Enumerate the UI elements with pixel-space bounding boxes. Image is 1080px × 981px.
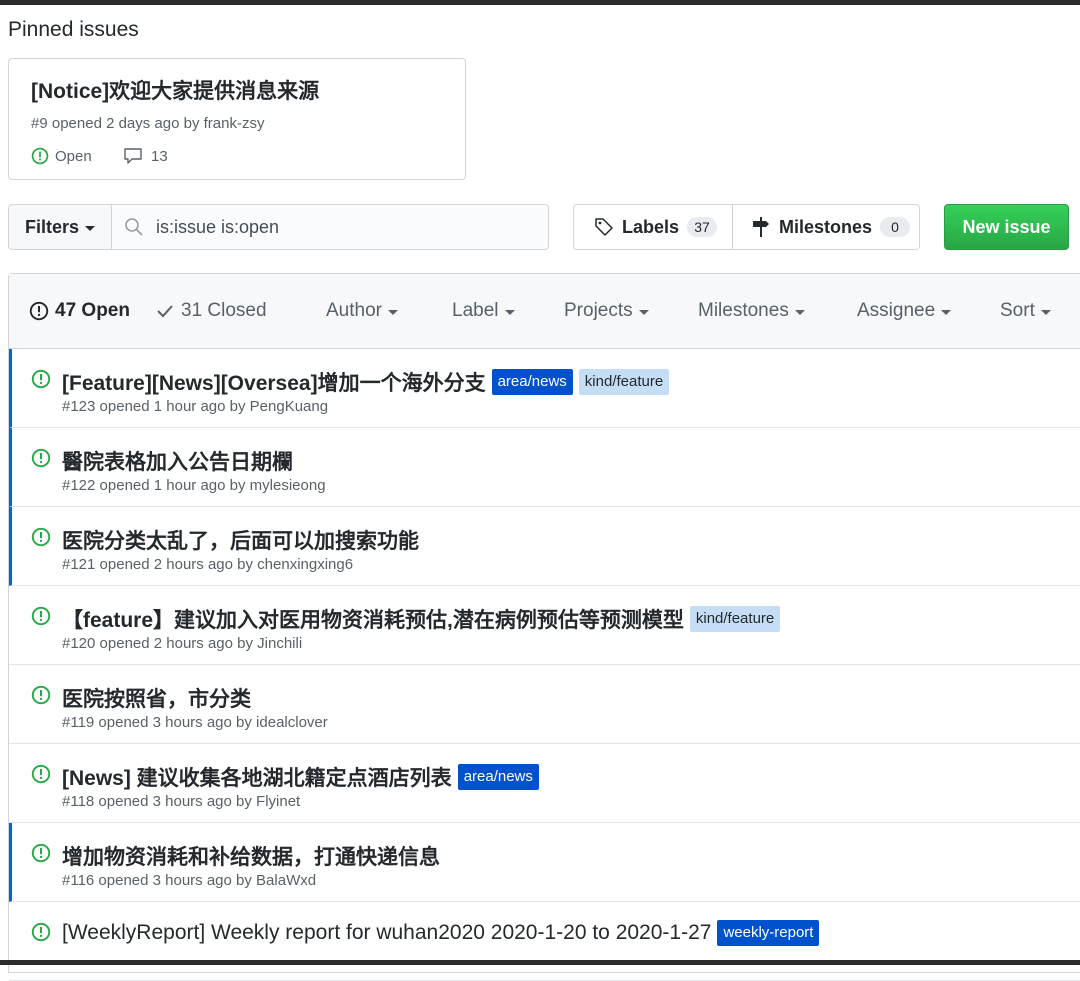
pinned-section-title: Pinned issues [8, 18, 139, 41]
sort-filter-label: Sort [1000, 300, 1035, 321]
issue-row[interactable]: 医院按照省，市分类 #119 opened 3 hours ago by ide… [9, 665, 1080, 744]
assignee-filter[interactable]: Assignee [857, 300, 952, 322]
issue-open-icon [31, 685, 51, 705]
labels-count: 37 [687, 217, 718, 237]
issues-list-header: 47 Open 31 Closed Author Label Projects … [9, 274, 1080, 349]
check-icon [157, 305, 173, 318]
issue-search-box[interactable] [111, 204, 549, 250]
issue-meta: #119 opened 3 hours ago by idealclover [62, 714, 328, 731]
projects-filter-label: Projects [564, 300, 633, 321]
milestones-count: 0 [880, 217, 911, 237]
pinned-issue-state: Open [31, 147, 92, 165]
chevron-down-icon [85, 225, 96, 231]
pinned-issue-meta: #9 opened 2 days ago by frank-zsy [31, 115, 265, 132]
issue-title[interactable]: 醫院表格加入公告日期欄 [62, 446, 293, 476]
chevron-down-icon [794, 309, 805, 315]
pinned-issue-title[interactable]: [Notice]欢迎大家提供消息来源 [31, 75, 319, 105]
issue-meta: #121 opened 2 hours ago by chenxingxing6 [62, 556, 354, 573]
chevron-down-icon [1040, 309, 1051, 315]
issue-title[interactable]: [Feature][News][Oversea]增加一个海外分支 [62, 367, 486, 397]
issue-meta: #122 opened 1 hour ago by mylesieong [62, 477, 326, 494]
comment-icon [124, 148, 142, 164]
filters-dropdown-button[interactable]: Filters [8, 204, 112, 250]
label-filter[interactable]: Label [452, 300, 515, 322]
issue-label[interactable]: area/news [491, 369, 573, 395]
open-issues-label: 47 Open [55, 300, 130, 321]
projects-filter[interactable]: Projects [564, 300, 649, 322]
closed-issues-label: 31 Closed [181, 300, 267, 321]
window-top-edge [0, 0, 1080, 5]
window-bottom-edge [0, 960, 1080, 965]
issue-meta: #116 opened 3 hours ago by BalaWxd [62, 872, 317, 889]
issue-row[interactable]: 【feature】建议加入对医用物资消耗预估,潜在病例预估等预测模型 kind/f… [9, 586, 1080, 665]
issue-meta: #123 opened 1 hour ago by PengKuang [62, 398, 329, 415]
issue-row[interactable]: [News] 建议收集各地湖北籍定点酒店列表 area/news #118 ope… [9, 744, 1080, 823]
issue-open-icon [31, 606, 51, 626]
milestones-filter-label: Milestones [698, 300, 789, 321]
milestones-filter[interactable]: Milestones [698, 300, 805, 322]
filters-label: Filters [24, 216, 80, 237]
labels-button[interactable]: Labels 37 [573, 204, 733, 250]
issue-label[interactable]: kind/feature [689, 606, 781, 632]
closed-issues-tab[interactable]: 31 Closed [155, 300, 267, 322]
search-input[interactable] [154, 215, 538, 239]
issue-label[interactable]: kind/feature [578, 369, 670, 395]
pinned-issue-state-label: Open [55, 147, 92, 165]
pinned-issue-comment-count: 13 [151, 147, 168, 165]
label-filter-label: Label [452, 300, 499, 321]
pinned-issue-card[interactable]: [Notice]欢迎大家提供消息来源 #9 opened 2 days ago … [8, 58, 466, 180]
tag-icon [595, 218, 613, 236]
milestones-button[interactable]: Milestones 0 [732, 204, 920, 250]
issue-title[interactable]: 增加物资消耗和补给数据，打通快递信息 [62, 841, 440, 871]
issues-list: 47 Open 31 Closed Author Label Projects … [8, 273, 1080, 981]
issue-title[interactable]: [News] 建议收集各地湖北籍定点酒店列表 [62, 762, 452, 792]
issue-title[interactable]: 【feature】建议加入对医用物资消耗预估,潜在病例预估等预测模型 [62, 604, 684, 634]
issue-row[interactable]: [WeeklyReport] Weekly report for wuhan20… [9, 902, 1080, 981]
issue-open-icon [31, 147, 49, 165]
search-icon [125, 218, 143, 236]
chevron-down-icon [504, 309, 515, 315]
issue-row[interactable]: [Feature][News][Oversea]增加一个海外分支 area/new… [9, 349, 1080, 428]
issue-open-icon [31, 527, 51, 547]
issue-meta: #118 opened 3 hours ago by Flyinet [62, 793, 301, 810]
author-filter[interactable]: Author [326, 300, 398, 322]
issue-open-icon [31, 843, 51, 863]
issue-row[interactable]: 增加物资消耗和补给数据，打通快递信息 #116 opened 3 hours a… [9, 823, 1080, 902]
chevron-down-icon [638, 309, 649, 315]
chevron-down-icon [941, 309, 952, 315]
milestone-icon [753, 217, 769, 237]
issue-open-icon [31, 448, 51, 468]
issue-open-icon [31, 764, 51, 784]
issue-label[interactable]: weekly-report [717, 920, 820, 946]
assignee-filter-label: Assignee [857, 300, 936, 321]
issue-row[interactable]: 醫院表格加入公告日期欄 #122 opened 1 hour ago by my… [9, 428, 1080, 507]
issue-open-icon [31, 922, 51, 942]
chevron-down-icon [387, 309, 398, 315]
issue-title[interactable]: [WeeklyReport] Weekly report for wuhan20… [62, 921, 711, 945]
issue-row[interactable]: 医院分类太乱了，后面可以加搜索功能 #121 opened 2 hours ag… [9, 507, 1080, 586]
issue-title[interactable]: 医院分类太乱了，后面可以加搜索功能 [62, 525, 419, 555]
labels-label: Labels [622, 216, 680, 237]
pinned-issue-comments[interactable]: 13 [123, 147, 168, 165]
issue-label[interactable]: area/news [457, 764, 539, 790]
issue-meta: #120 opened 2 hours ago by Jinchili [62, 635, 303, 652]
issue-title[interactable]: 医院按照省，市分类 [62, 683, 251, 713]
author-filter-label: Author [326, 300, 382, 321]
open-issues-tab[interactable]: 47 Open [29, 300, 130, 322]
new-issue-button[interactable]: New issue [944, 204, 1069, 250]
issue-open-icon [31, 369, 51, 389]
milestones-label: Milestones [779, 216, 873, 237]
sort-filter[interactable]: Sort [1000, 300, 1051, 322]
issue-opened-icon [29, 301, 49, 321]
